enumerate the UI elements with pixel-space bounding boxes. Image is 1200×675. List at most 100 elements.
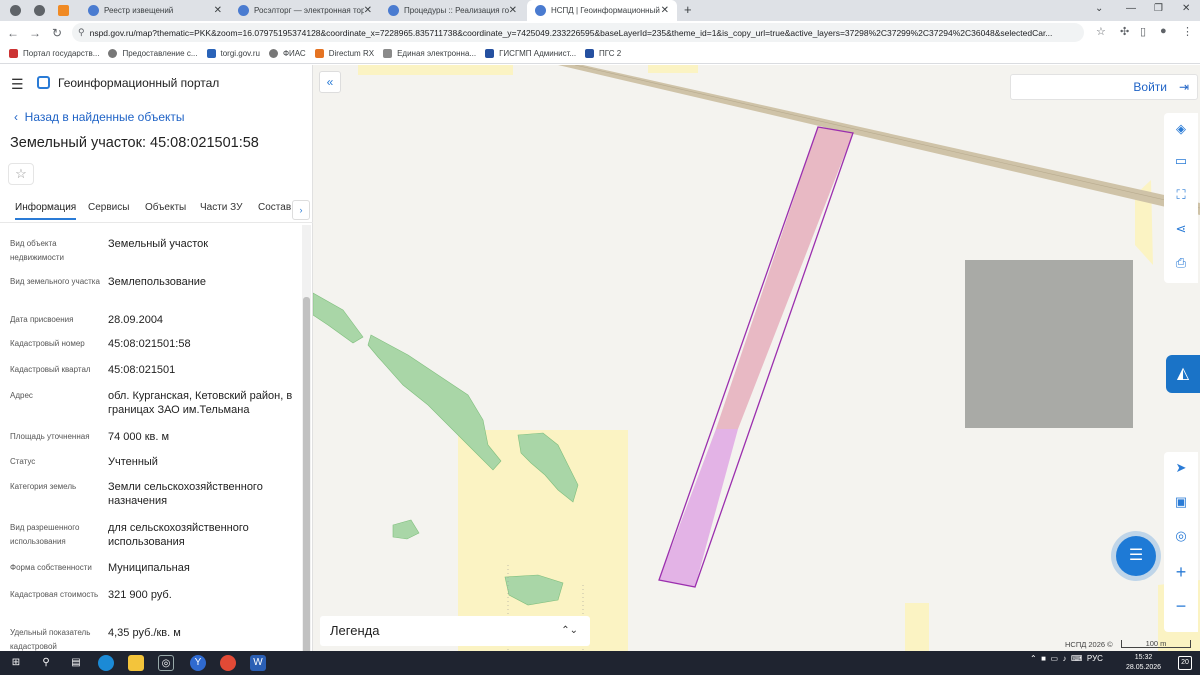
geo-search-icon[interactable]: ◎ bbox=[1164, 522, 1198, 550]
reload-icon[interactable]: ↻ bbox=[48, 26, 66, 40]
bookmark-item[interactable]: ФИАС bbox=[268, 49, 306, 58]
forest-area bbox=[367, 334, 502, 471]
browser-tab-pinned-2[interactable] bbox=[30, 0, 54, 21]
network-icon[interactable]: ▭ bbox=[1050, 654, 1058, 663]
print-icon[interactable]: ⎙ bbox=[1164, 249, 1198, 277]
menu-hamburger-icon[interactable]: ☰ bbox=[11, 76, 24, 93]
share-icon[interactable]: ⋖ bbox=[1164, 215, 1198, 243]
back-to-results-link[interactable]: ‹ Назад в найденные объекты bbox=[14, 110, 185, 124]
menu-kebab-icon[interactable]: ⋮ bbox=[1182, 25, 1193, 38]
taskbar-clock[interactable]: 15:32 28.05.2026 bbox=[1126, 653, 1161, 673]
chevron-up-icon[interactable]: ⌃ bbox=[1030, 654, 1037, 663]
word-icon[interactable]: W bbox=[250, 655, 266, 671]
browser-tab[interactable]: Реестр извещений ✕ bbox=[80, 0, 230, 21]
task-view-icon[interactable]: ▤ bbox=[68, 655, 84, 671]
sidebar-scrollbar[interactable] bbox=[302, 225, 311, 673]
favorite-star-button[interactable]: ☆ bbox=[8, 163, 34, 185]
app-icon[interactable]: ◎ bbox=[158, 655, 174, 671]
close-tab-icon[interactable]: ✕ bbox=[364, 5, 372, 16]
object-tabs: Информация Сервисы Объекты Части ЗУ Сост… bbox=[0, 199, 313, 223]
volume-icon[interactable]: ♪ bbox=[1062, 654, 1066, 663]
tab-search-icon[interactable]: ⌄ bbox=[1095, 3, 1103, 14]
globe-icon bbox=[34, 5, 45, 16]
emblem-icon bbox=[485, 49, 495, 58]
parcel-lower-area bbox=[659, 429, 738, 587]
bookmark-item[interactable]: ГИСГМП Админист... bbox=[485, 49, 576, 58]
minimize-button[interactable]: — bbox=[1126, 3, 1136, 14]
flag-icon bbox=[9, 49, 18, 58]
close-tab-icon[interactable]: ✕ bbox=[214, 5, 222, 16]
select-area-icon[interactable]: ⛶ bbox=[1164, 181, 1198, 209]
edge-icon[interactable] bbox=[98, 655, 114, 671]
bookmark-item[interactable]: Предоставление с... bbox=[108, 49, 198, 58]
collapse-sidebar-button[interactable]: « bbox=[319, 71, 341, 93]
chrome-icon[interactable] bbox=[220, 655, 236, 671]
language-indicator[interactable]: РУС bbox=[1087, 654, 1103, 663]
map-scale-bar: 100 m bbox=[1121, 640, 1191, 648]
field-area bbox=[358, 65, 513, 75]
tab-parcel-parts[interactable]: Части ЗУ bbox=[200, 202, 242, 213]
browser-tab-active[interactable]: НСПД | Геоинформационный п...✕ bbox=[527, 0, 677, 21]
ruler-icon[interactable]: ▭ bbox=[1164, 147, 1198, 175]
browser-tab-pinned-3[interactable] bbox=[54, 0, 78, 21]
star-bookmark-icon[interactable]: ☆ bbox=[1096, 25, 1106, 38]
bookmarks-bar: Портал государств... Предоставление с...… bbox=[0, 44, 1200, 64]
yandex-browser-icon[interactable]: Y bbox=[190, 655, 206, 671]
bookmark-item[interactable]: ПГС 2 bbox=[585, 49, 621, 58]
maximize-button[interactable]: ❐ bbox=[1154, 3, 1163, 14]
my-location-icon[interactable]: ➤ bbox=[1164, 454, 1198, 482]
legend-panel[interactable]: Легенда ⌃⌄ bbox=[320, 616, 590, 646]
profile-icon[interactable]: ● bbox=[1160, 25, 1167, 37]
scrollbar-thumb[interactable] bbox=[303, 297, 310, 673]
close-tab-icon[interactable]: ✕ bbox=[661, 5, 669, 16]
map-navigation-panel: ➤ ▣ ◎ + − bbox=[1164, 452, 1198, 632]
bookmark-item[interactable]: Directum RX bbox=[314, 49, 374, 58]
search-icon[interactable]: ⚲ bbox=[38, 655, 54, 671]
minimap-icon[interactable]: ▣ bbox=[1164, 488, 1198, 516]
keyboard-icon[interactable]: ⌨ bbox=[1071, 654, 1083, 663]
info-sidebar: ☰ Геоинформационный портал ‹ Назад в най… bbox=[0, 65, 313, 673]
site-info-icon[interactable]: ⚲ bbox=[78, 27, 85, 38]
back-arrow-icon[interactable]: ← bbox=[4, 26, 22, 40]
bookmark-item[interactable]: Единая электронна... bbox=[383, 49, 476, 58]
address-bar-row: ← → ↻ ⚲ nspd.gov.ru/map?thematic=PKK&zoom… bbox=[0, 21, 1200, 44]
file-explorer-icon[interactable] bbox=[128, 655, 144, 671]
zoom-in-button[interactable]: + bbox=[1164, 558, 1198, 586]
close-tab-icon[interactable]: ✕ bbox=[509, 5, 517, 16]
site-favicon-icon bbox=[238, 5, 249, 16]
map-view[interactable]: « Войти ⇥ ◈ ▭ ⛶ ⋖ ⎙ ◭ ➤ ▣ ◎ + − ☰ Легенда… bbox=[313, 65, 1200, 651]
url-field[interactable]: ⚲ nspd.gov.ru/map?thematic=PKK&zoom=16.07… bbox=[72, 23, 1084, 42]
login-arrow-icon: ⇥ bbox=[1178, 80, 1189, 94]
browser-tab[interactable]: Росэлторг — электронная торго...✕ bbox=[230, 0, 380, 21]
bookmark-site-icon bbox=[58, 5, 69, 16]
browser-tab[interactable]: Процедуры :: Реализация госим...✕ bbox=[380, 0, 525, 21]
emblem-icon bbox=[585, 49, 595, 58]
new-tab-button[interactable]: + bbox=[684, 2, 692, 17]
tabs-next-chevron-icon[interactable]: › bbox=[292, 200, 310, 220]
map-tools-panel: ◈ ▭ ⛶ ⋖ ⎙ bbox=[1164, 113, 1198, 283]
antivirus-icon[interactable]: ■ bbox=[1041, 654, 1046, 663]
layers-icon[interactable]: ◈ bbox=[1164, 115, 1198, 143]
bookmark-item[interactable]: Портал государств... bbox=[9, 49, 99, 58]
globe-icon bbox=[10, 5, 21, 16]
login-button[interactable]: Войти ⇥ bbox=[1010, 74, 1198, 100]
tab-objects[interactable]: Объекты bbox=[145, 202, 186, 213]
zoom-out-button[interactable]: − bbox=[1164, 592, 1198, 620]
forward-arrow-icon[interactable]: → bbox=[26, 26, 44, 40]
extensions-icon[interactable]: ✣ bbox=[1120, 25, 1129, 38]
assistant-panel-button[interactable]: ◭ bbox=[1166, 355, 1200, 393]
sidebar-panel-icon[interactable]: ▯ bbox=[1140, 25, 1146, 38]
tab-composition[interactable]: Состав bbox=[258, 202, 291, 213]
tab-information[interactable]: Информация bbox=[15, 202, 77, 220]
system-tray: ⌃ ■ ▭ ♪ ⌨ РУС bbox=[1030, 654, 1103, 663]
notifications-icon[interactable]: 20 bbox=[1178, 656, 1192, 670]
bookmark-item[interactable]: torgi.gov.ru bbox=[206, 49, 260, 58]
browser-tab-pinned-1[interactable] bbox=[6, 0, 30, 21]
forest-area bbox=[392, 519, 420, 540]
windows-start-icon[interactable]: ⊞ bbox=[8, 655, 24, 671]
site-favicon-icon bbox=[88, 5, 99, 16]
tab-services[interactable]: Сервисы bbox=[88, 202, 129, 213]
chat-bubble-icon[interactable]: ☰ bbox=[1116, 536, 1156, 576]
close-window-button[interactable]: ✕ bbox=[1182, 3, 1190, 14]
property-list: Вид объекта недвижимости Земельный участо… bbox=[10, 238, 293, 651]
